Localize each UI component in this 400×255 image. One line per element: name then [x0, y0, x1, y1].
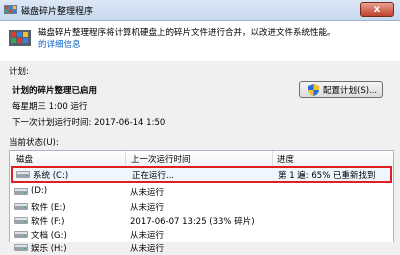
window-title: 磁盘碎片整理程序	[21, 7, 94, 17]
description-second-line: 的详细信息	[38, 39, 81, 51]
column-divider	[272, 151, 273, 166]
current-status-label: 当前状态(U):	[9, 138, 59, 148]
column-header-progress[interactable]: 进度	[277, 153, 294, 165]
disk-name: (D:)	[31, 186, 48, 196]
table-row[interactable]: (D:) 从未运行	[10, 184, 393, 199]
disk-name: 娱乐 (H:)	[31, 244, 67, 254]
table-row[interactable]: 娱乐 (H:) 从未运行	[10, 240, 393, 255]
disk-name: 软件 (F:)	[31, 217, 65, 227]
title-bar: 磁盘碎片整理程序 x	[0, 0, 400, 21]
column-header-last-run[interactable]: 上一次运行时间	[131, 153, 191, 165]
column-divider	[125, 151, 126, 166]
close-button[interactable]: x	[360, 2, 394, 17]
defrag-icon	[4, 5, 17, 14]
disk-name: 系统 (C:)	[33, 171, 69, 181]
disk-status-table: 磁盘 上一次运行时间 进度 系统 (C:) 正在运行... 第 1 遍: 65%…	[9, 150, 394, 254]
hard-disk-icon	[14, 217, 28, 224]
defrag-icon	[9, 30, 31, 46]
disk-name: 软件 (E:)	[31, 203, 66, 213]
column-header-disk[interactable]: 磁盘	[16, 153, 33, 165]
schedule-section-label: 计划:	[9, 67, 29, 77]
table-header: 磁盘 上一次运行时间 进度	[10, 151, 393, 167]
configure-schedule-button[interactable]: 配置计划(S)...	[299, 81, 383, 98]
description-text: 磁盘碎片整理程序将计算机硬盘上的碎片文件进行合并，以改进文件系统性能。	[38, 28, 336, 38]
last-run: 2017-06-07 13:25 (33% 碎片)	[130, 217, 255, 227]
schedule-next-run: 下一次计划运行时间: 2017-06-14 1:50	[12, 118, 166, 128]
last-run: 从未运行	[130, 203, 165, 213]
hard-disk-icon	[16, 171, 30, 178]
configure-schedule-label: 配置计划(S)...	[323, 86, 378, 96]
table-row[interactable]: 系统 (C:) 正在运行... 第 1 遍: 65% 已重新找到	[11, 166, 392, 183]
hard-disk-icon	[14, 188, 28, 195]
last-run: 从未运行	[130, 244, 165, 254]
last-run: 从未运行	[130, 188, 165, 198]
hard-disk-icon	[14, 244, 28, 251]
details-link-short[interactable]: 的详细信息	[38, 40, 81, 50]
progress: 第 1 遍: 65% 已重新找到	[278, 171, 376, 181]
header-panel: 磁盘碎片整理程序将计算机硬盘上的碎片文件进行合并，以改进文件系统性能。 的详细信…	[0, 21, 400, 61]
table-row[interactable]: 软件 (F:) 2017-06-07 13:25 (33% 碎片)	[10, 213, 393, 228]
hard-disk-icon	[14, 203, 28, 210]
shield-icon	[308, 84, 319, 96]
schedule-frequency: 每星期三 1:00 运行	[12, 102, 88, 112]
schedule-box: 计划的碎片整理已启用 每星期三 1:00 运行 下一次计划运行时间: 2017-…	[12, 79, 302, 131]
description: 磁盘碎片整理程序将计算机硬盘上的碎片文件进行合并，以改进文件系统性能。	[38, 27, 336, 39]
schedule-status-title: 计划的碎片整理已启用	[12, 86, 98, 96]
last-run: 正在运行...	[132, 171, 175, 181]
table-row[interactable]: 软件 (E:) 从未运行	[10, 199, 393, 214]
hard-disk-icon	[14, 231, 28, 238]
